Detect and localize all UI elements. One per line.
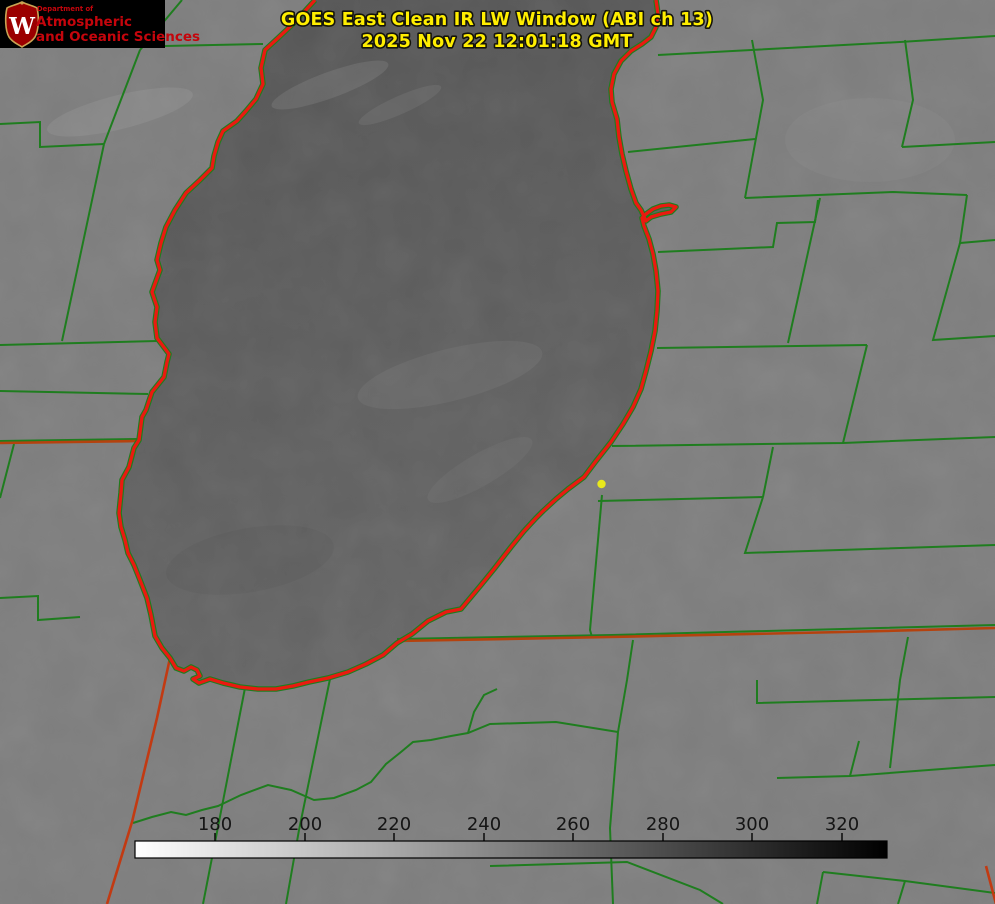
logo-line2: and Oceanic Sciences	[36, 29, 200, 45]
colorbar-tick-label: 240	[467, 814, 501, 835]
crest-letter: W	[8, 13, 36, 40]
map-canvas: 180 200 220 240 260 280 300 320 GOES Eas…	[0, 0, 995, 904]
satellite-image-viewer: 180 200 220 240 260 280 300 320 GOES Eas…	[0, 0, 995, 904]
colorbar-tick-label: 220	[377, 814, 411, 835]
uw-crest-icon: W	[6, 1, 39, 47]
colorbar-tick-label: 180	[198, 814, 232, 835]
image-timestamp: 2025 Nov 22 12:01:18 GMT	[361, 32, 632, 52]
colorbar-tick-label: 200	[288, 814, 322, 835]
colorbar-tick-label: 300	[735, 814, 769, 835]
location-marker-dot	[597, 480, 605, 488]
logo-dept-prefix: Department of	[37, 5, 94, 13]
colorbar-tick-label: 320	[825, 814, 859, 835]
logo-line1: Atmospheric	[36, 14, 132, 30]
basemap-layer	[0, 0, 995, 904]
colorbar-gradient-bar	[135, 841, 887, 858]
satellite-grain-texture	[0, 0, 995, 904]
colorbar-tick-label: 280	[646, 814, 680, 835]
image-title: GOES East Clean IR LW Window (ABI ch 13)	[281, 10, 713, 30]
colorbar-tick-label: 260	[556, 814, 590, 835]
